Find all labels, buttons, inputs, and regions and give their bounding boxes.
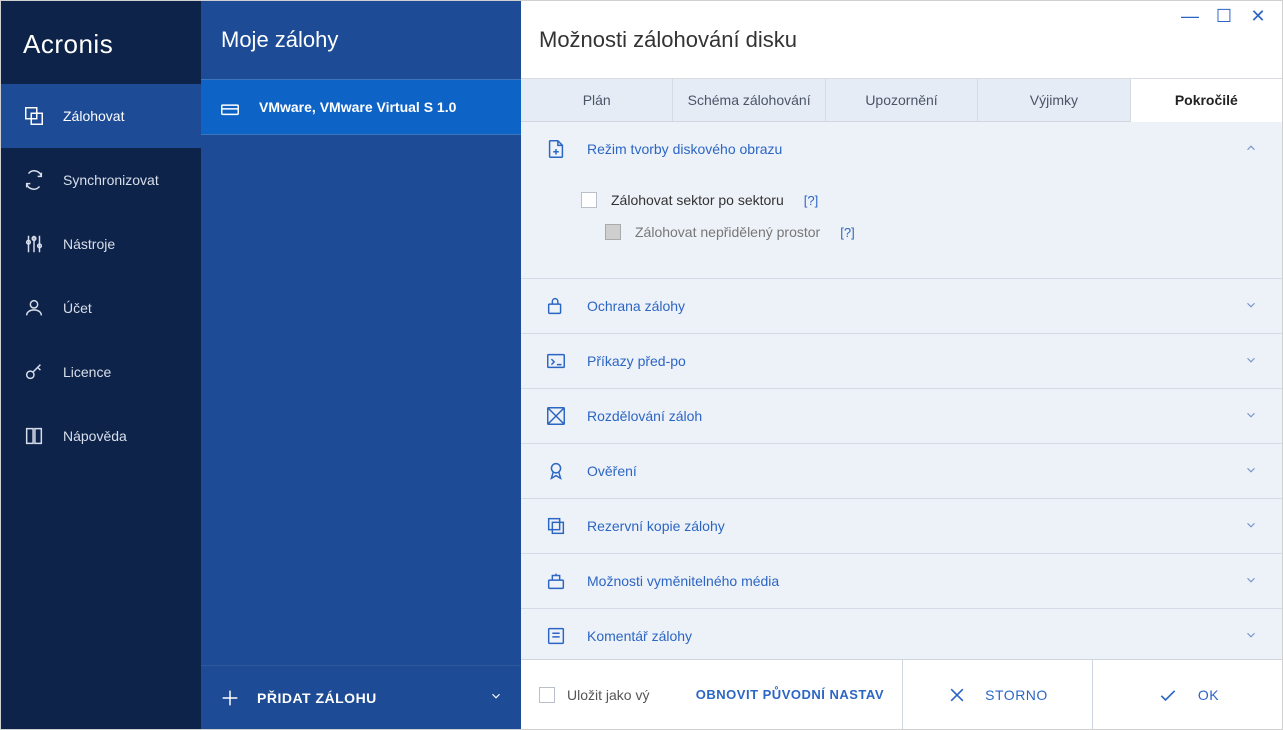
minimize-button[interactable]: — — [1176, 5, 1204, 27]
save-as-default[interactable]: Uložit jako vý — [521, 660, 691, 729]
checkbox-icon — [581, 192, 597, 208]
section-head-image-mode[interactable]: Režim tvorby diskového obrazu — [521, 122, 1282, 176]
chevron-up-icon — [1244, 141, 1258, 158]
section-head-protection[interactable]: Ochrana zálohy — [521, 279, 1282, 333]
section-head-reserve[interactable]: Rezervní kopie zálohy — [521, 499, 1282, 553]
checkbox-unallocated: Zálohovat nepřidělený prostor [?] — [581, 216, 1258, 248]
section-reserve: Rezervní kopie zálohy — [521, 499, 1282, 554]
checkbox-sector-by-sector[interactable]: Zálohovat sektor po sektoru [?] — [581, 184, 1258, 216]
section-title: Ověření — [587, 463, 637, 479]
sidebar: Acronis Zálohovat Synchronizovat Nástroj… — [1, 1, 201, 729]
ok-button[interactable]: OK — [1092, 660, 1282, 729]
section-verify: Ověření — [521, 444, 1282, 499]
sync-icon — [23, 169, 45, 191]
plus-icon — [219, 687, 241, 709]
options-panel: — ☐ ✕ Možnosti zálohování disku Plán Sch… — [521, 1, 1282, 729]
nav-label: Nápověda — [63, 428, 127, 444]
section-split: Rozdělování záloh — [521, 389, 1282, 444]
nav-sync[interactable]: Synchronizovat — [1, 148, 201, 212]
section-head-split[interactable]: Rozdělování záloh — [521, 389, 1282, 443]
nav-label: Licence — [63, 364, 111, 380]
chevron-down-icon — [1244, 463, 1258, 480]
section-removable: Možnosti vyměnitelného média — [521, 554, 1282, 609]
help-icon — [23, 425, 45, 447]
split-icon — [545, 405, 567, 427]
checkbox-icon — [605, 224, 621, 240]
chevron-down-icon — [489, 689, 503, 706]
copy-icon — [545, 515, 567, 537]
tools-icon — [23, 233, 45, 255]
terminal-icon — [545, 350, 567, 372]
nav-label: Účet — [63, 300, 92, 316]
tab-plan[interactable]: Plán — [521, 79, 673, 121]
section-title: Komentář zálohy — [587, 628, 692, 644]
window-controls: — ☐ ✕ — [1166, 1, 1282, 31]
chevron-down-icon — [1244, 353, 1258, 370]
key-icon — [23, 361, 45, 383]
chevron-down-icon — [1244, 628, 1258, 645]
nav-label: Nástroje — [63, 236, 115, 252]
account-icon — [23, 297, 45, 319]
ok-label: OK — [1198, 687, 1219, 703]
badge-icon — [545, 460, 567, 482]
section-image-mode: Režim tvorby diskového obrazu Zálohovat … — [521, 122, 1282, 279]
nav-tools[interactable]: Nástroje — [1, 212, 201, 276]
dialog-footer: Uložit jako vý OBNOVIT PŮVODNÍ NASTAV ST… — [521, 659, 1282, 729]
backup-item[interactable]: VMware, VMware Virtual S 1.0 — [201, 79, 521, 135]
options-scroll[interactable]: Režim tvorby diskového obrazu Zálohovat … — [521, 122, 1282, 659]
reset-defaults-button[interactable]: OBNOVIT PŮVODNÍ NASTAV — [691, 660, 902, 729]
section-comment: Komentář zálohy — [521, 609, 1282, 659]
checkbox-icon — [539, 687, 555, 703]
backup-list-panel: Moje zálohy VMware, VMware Virtual S 1.0… — [201, 1, 521, 729]
section-title: Rozdělování záloh — [587, 408, 702, 424]
close-button[interactable]: ✕ — [1244, 5, 1272, 27]
section-head-prepost[interactable]: Příkazy před-po — [521, 334, 1282, 388]
section-head-removable[interactable]: Možnosti vyměnitelného média — [521, 554, 1282, 608]
options-tabs: Plán Schéma zálohování Upozornění Výjimk… — [521, 79, 1282, 122]
backup-item-label: VMware, VMware Virtual S 1.0 — [259, 99, 456, 115]
nav-label: Synchronizovat — [63, 172, 159, 188]
section-title: Příkazy před-po — [587, 353, 686, 369]
backup-list-title: Moje zálohy — [201, 1, 521, 79]
help-link[interactable]: [?] — [804, 193, 818, 208]
section-head-comment[interactable]: Komentář zálohy — [521, 609, 1282, 659]
section-title: Režim tvorby diskového obrazu — [587, 141, 782, 157]
add-backup-button[interactable]: PŘIDAT ZÁLOHU — [201, 665, 521, 729]
checkbox-label: Zálohovat nepřidělený prostor — [635, 224, 820, 240]
chevron-down-icon — [1244, 298, 1258, 315]
section-head-verify[interactable]: Ověření — [521, 444, 1282, 498]
section-title: Možnosti vyměnitelného média — [587, 573, 779, 589]
lock-icon — [545, 295, 567, 317]
help-link[interactable]: [?] — [840, 225, 854, 240]
section-body-image-mode: Zálohovat sektor po sektoru [?] Zálohova… — [521, 176, 1282, 278]
tab-advanced[interactable]: Pokročilé — [1131, 79, 1282, 122]
media-icon — [545, 570, 567, 592]
save-as-label: Uložit jako vý — [567, 687, 649, 703]
cancel-button[interactable]: STORNO — [902, 660, 1092, 729]
checkbox-label: Zálohovat sektor po sektoru — [611, 192, 784, 208]
nav-license[interactable]: Licence — [1, 340, 201, 404]
tab-scheme[interactable]: Schéma zálohování — [673, 79, 825, 121]
nav-help[interactable]: Nápověda — [1, 404, 201, 468]
section-title: Ochrana zálohy — [587, 298, 685, 314]
add-backup-label: PŘIDAT ZÁLOHU — [257, 690, 377, 706]
chevron-down-icon — [1244, 518, 1258, 535]
backup-icon — [23, 105, 45, 127]
doc-plus-icon — [545, 138, 567, 160]
nav-backup[interactable]: Zálohovat — [1, 84, 201, 148]
section-title: Rezervní kopie zálohy — [587, 518, 725, 534]
section-prepost: Příkazy před-po — [521, 334, 1282, 389]
cancel-label: STORNO — [985, 687, 1048, 703]
nav-account[interactable]: Účet — [1, 276, 201, 340]
note-icon — [545, 625, 567, 647]
brand-logo: Acronis — [1, 1, 201, 84]
nav-label: Zálohovat — [63, 108, 124, 124]
chevron-down-icon — [1244, 408, 1258, 425]
maximize-button[interactable]: ☐ — [1210, 5, 1238, 27]
disk-icon — [219, 96, 241, 118]
tab-exclude[interactable]: Výjimky — [978, 79, 1130, 121]
tab-notify[interactable]: Upozornění — [826, 79, 978, 121]
section-protection: Ochrana zálohy — [521, 279, 1282, 334]
chevron-down-icon — [1244, 573, 1258, 590]
